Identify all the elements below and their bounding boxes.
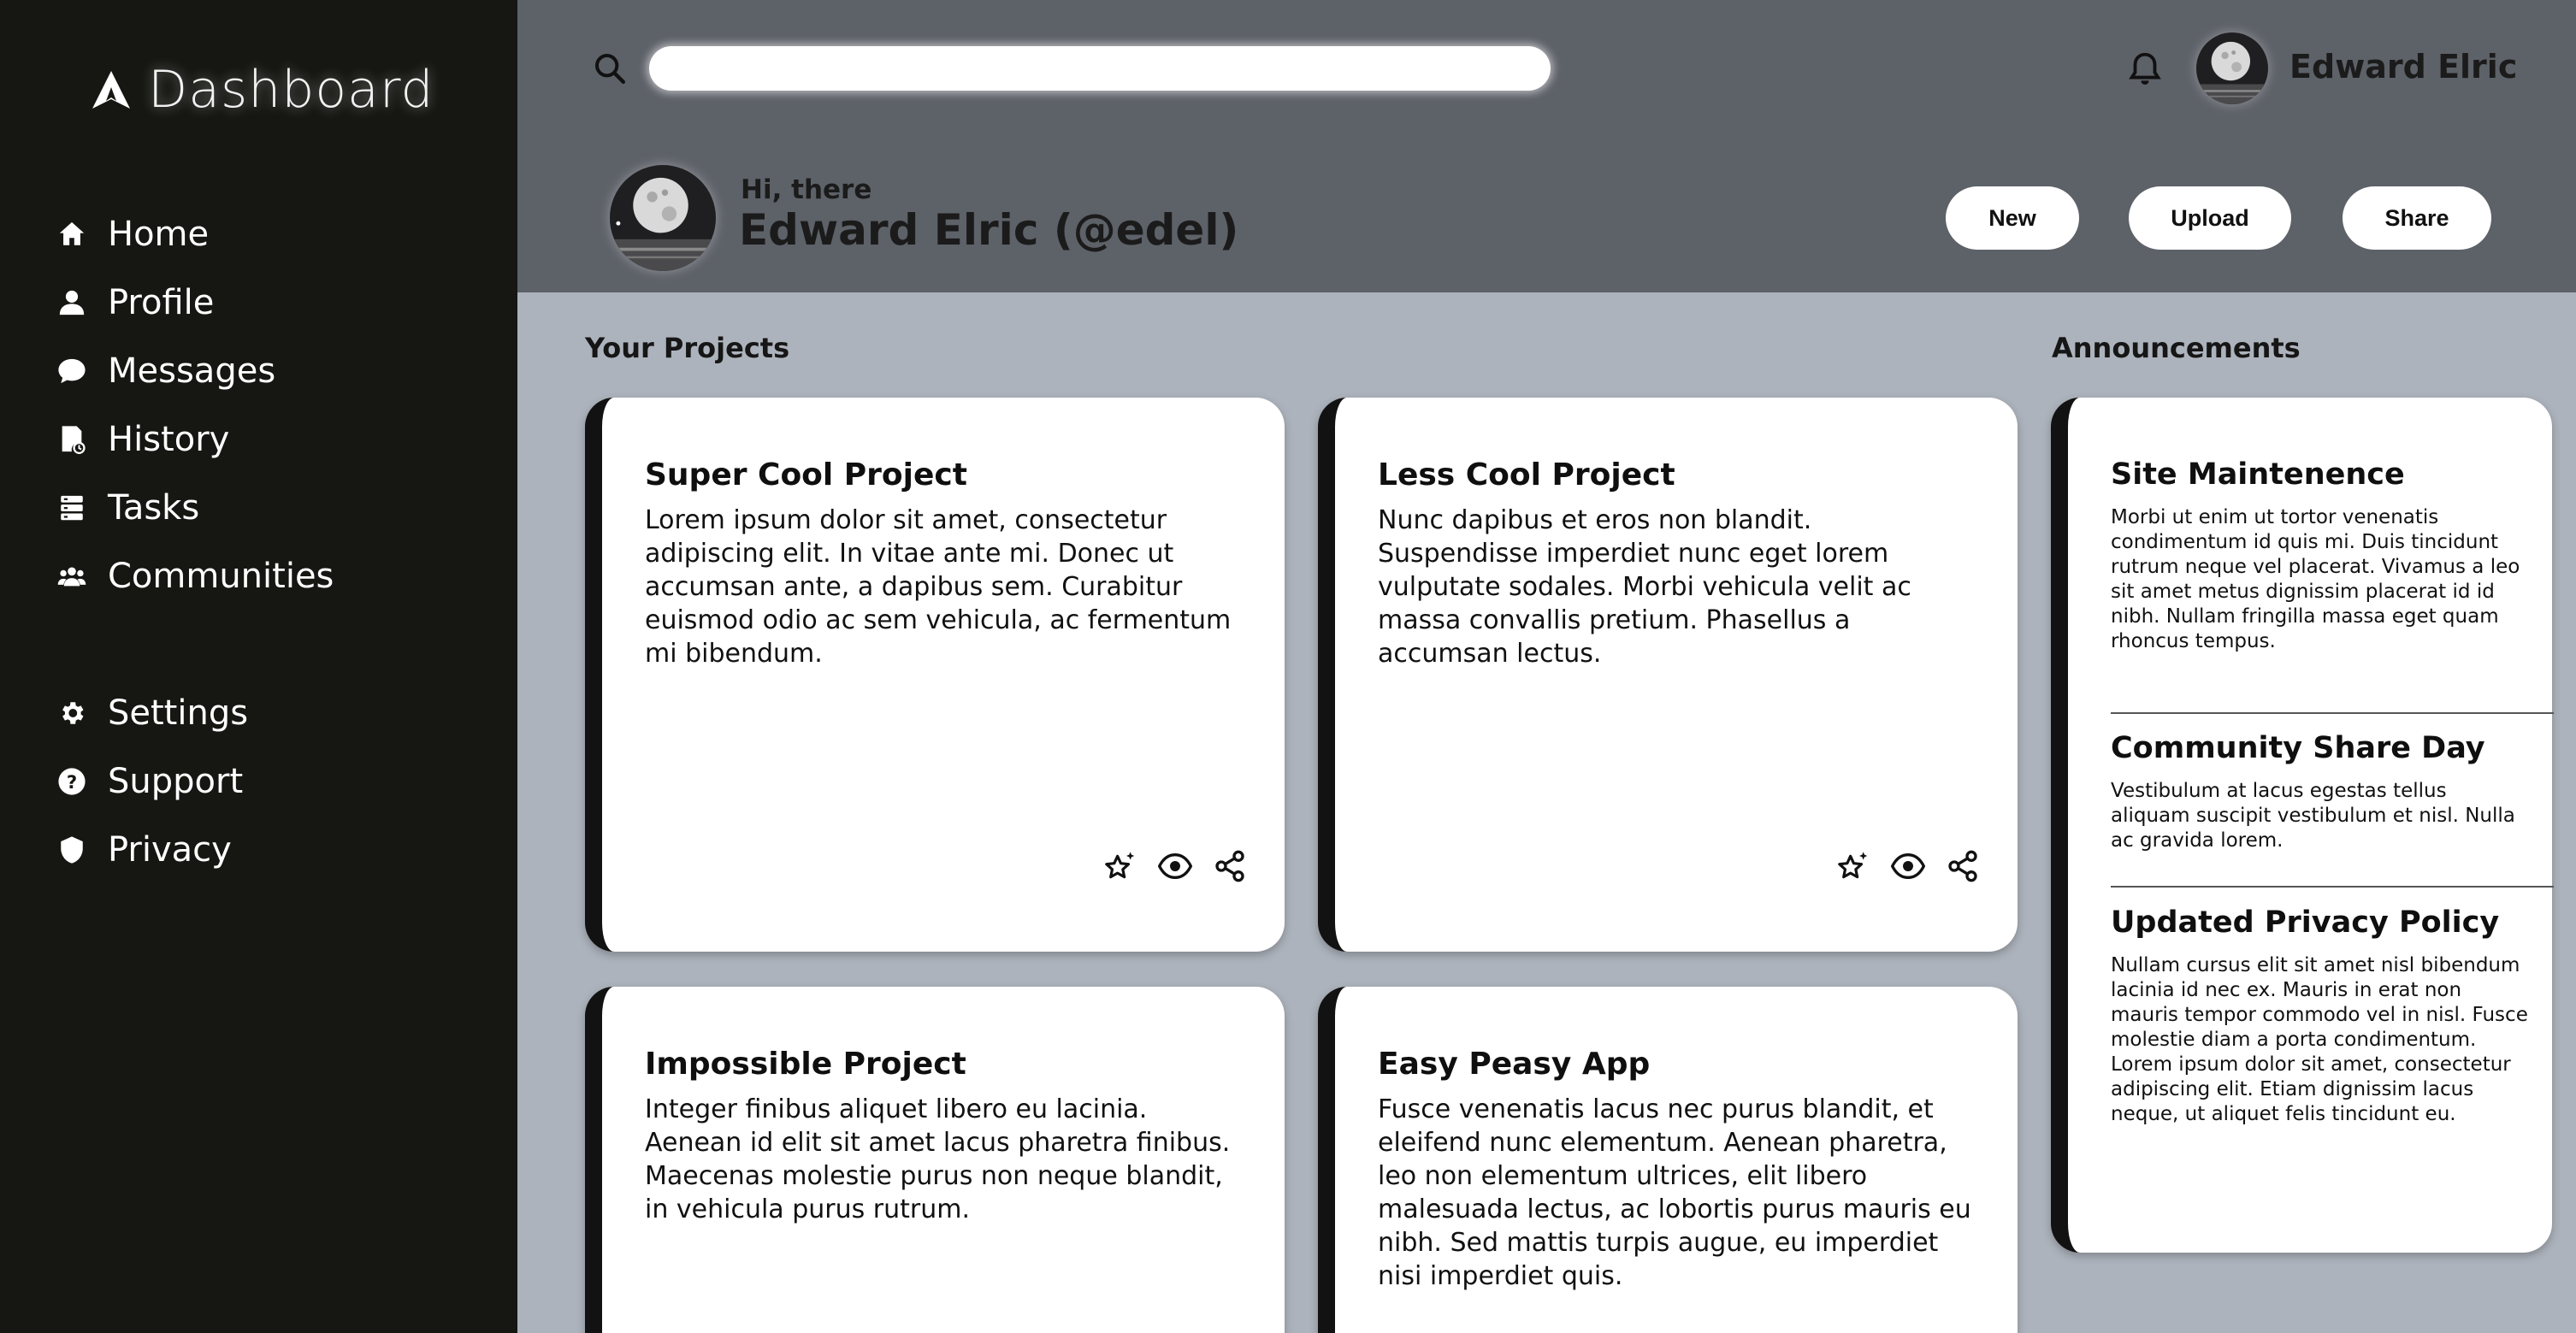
sidebar-item-messages[interactable]: Messages (56, 337, 334, 405)
projects-section-title: Your Projects (585, 332, 790, 364)
sidebar-item-communities[interactable]: Communities (56, 542, 334, 610)
sidebar-item-support[interactable]: ? Support (56, 747, 248, 816)
announcement-body: Vestibulum at lacus egestas tellus aliqu… (2111, 780, 2515, 852)
project-title: Super Cool Project (645, 457, 967, 493)
avatar[interactable] (2196, 32, 2268, 104)
moon-avatar-image (610, 165, 716, 271)
announcement-item[interactable]: Site Maintenence Morbi ut enim ut tortor… (2111, 457, 2530, 654)
announcement-body: Morbi ut enim ut tortor venenatis condim… (2111, 506, 2520, 652)
upload-button[interactable]: Upload (2129, 186, 2291, 250)
sidebar-item-home[interactable]: Home (56, 200, 334, 268)
project-card[interactable]: Easy Peasy App Fusce venenatis lacus nec… (1318, 987, 2018, 1333)
project-card[interactable]: Impossible Project Integer finibus aliqu… (585, 987, 1285, 1333)
sidebar-item-label: Communities (108, 557, 334, 596)
project-actions (1835, 847, 1982, 885)
moon-avatar-image (2196, 32, 2268, 104)
profile-avatar (610, 165, 716, 271)
svg-text:?: ? (67, 772, 77, 793)
header-user-name[interactable]: Edward Elric (2289, 48, 2517, 86)
project-title: Easy Peasy App (1378, 1047, 1651, 1082)
project-description: Lorem ipsum dolor sit amet, consectetur … (645, 505, 1232, 669)
project-description: Fusce venenatis lacus nec purus blandit,… (1378, 1094, 1971, 1291)
sidebar-item-history[interactable]: History (56, 405, 334, 474)
sidebar-item-label: Messages (108, 351, 276, 391)
brand[interactable]: Dashboard (90, 60, 434, 120)
search-icon[interactable] (593, 51, 627, 86)
project-card[interactable]: Super Cool Project Lorem ipsum dolor sit… (585, 398, 1285, 952)
sidebar-item-label: Support (108, 762, 244, 801)
project-description: Nunc dapibus et eros non blandit. Suspen… (1378, 505, 1911, 669)
notification-bell-icon[interactable] (2125, 50, 2165, 89)
sidebar-item-settings[interactable]: Settings (56, 679, 248, 747)
profile-full-name: Edward Elric (@edel) (739, 205, 1239, 255)
sidebar-item-label: Home (108, 215, 210, 254)
share-button[interactable]: Share (2343, 186, 2491, 250)
sidebar-item-tasks[interactable]: Tasks (56, 474, 334, 542)
announcements-card: Site Maintenence Morbi ut enim ut tortor… (2051, 398, 2554, 1253)
tasks-icon (56, 493, 87, 523)
view-eye-icon[interactable] (1156, 847, 1194, 885)
announcement-item[interactable]: Updated Privacy Policy Nullam cursus eli… (2111, 905, 2530, 1127)
search-input[interactable] (649, 46, 1551, 91)
announcement-divider (2111, 886, 2554, 888)
project-title: Impossible Project (645, 1047, 966, 1082)
project-actions (1102, 847, 1249, 885)
home-icon (56, 219, 87, 250)
project-title: Less Cool Project (1378, 457, 1675, 493)
sidebar-item-label: Settings (108, 693, 249, 733)
shield-icon (56, 835, 87, 865)
share-icon[interactable] (1944, 847, 1982, 885)
gear-icon (56, 698, 87, 728)
favorite-star-icon[interactable] (1835, 847, 1872, 885)
sidebar-secondary-nav: Settings ? Support Privacy (56, 679, 248, 884)
sidebar-item-label: Profile (108, 283, 215, 322)
brand-title: Dashboard (148, 60, 434, 120)
announcement-body: Nullam cursus elit sit amet nisl bibendu… (2111, 954, 2528, 1125)
view-eye-icon[interactable] (1889, 847, 1927, 885)
user-icon (56, 287, 87, 318)
announcement-title: Site Maintenence (2111, 457, 2405, 492)
project-card[interactable]: Less Cool Project Nunc dapibus et eros n… (1318, 398, 2018, 952)
project-description: Integer finibus aliquet libero eu lacini… (645, 1094, 1231, 1224)
announcement-title: Updated Privacy Policy (2111, 905, 2500, 940)
announcement-title: Community Share Day (2111, 731, 2485, 765)
sidebar-item-label: History (108, 420, 230, 459)
announcement-item[interactable]: Community Share Day Vestibulum at lacus … (2111, 731, 2530, 853)
announcement-divider (2111, 712, 2554, 714)
new-button[interactable]: New (1946, 186, 2079, 250)
greeting-text: Hi, there (741, 174, 872, 205)
share-icon[interactable] (1211, 847, 1249, 885)
announcements-section-title: Announcements (2052, 332, 2301, 364)
sidebar-item-label: Privacy (108, 830, 232, 870)
brand-logo-icon (92, 71, 130, 109)
sidebar: Dashboard Home Profile Messages History … (0, 0, 517, 1333)
top-header: Edward Elric Hi, there Edward Elric (@ed… (517, 0, 2576, 292)
sidebar-item-privacy[interactable]: Privacy (56, 816, 248, 884)
chat-bubble-icon (56, 356, 87, 386)
help-icon: ? (56, 766, 87, 797)
sidebar-main-nav: Home Profile Messages History Tasks Comm… (56, 200, 334, 610)
community-icon (56, 561, 87, 592)
history-document-icon (56, 424, 87, 455)
sidebar-item-label: Tasks (108, 488, 200, 528)
sidebar-item-profile[interactable]: Profile (56, 268, 334, 337)
favorite-star-icon[interactable] (1102, 847, 1139, 885)
